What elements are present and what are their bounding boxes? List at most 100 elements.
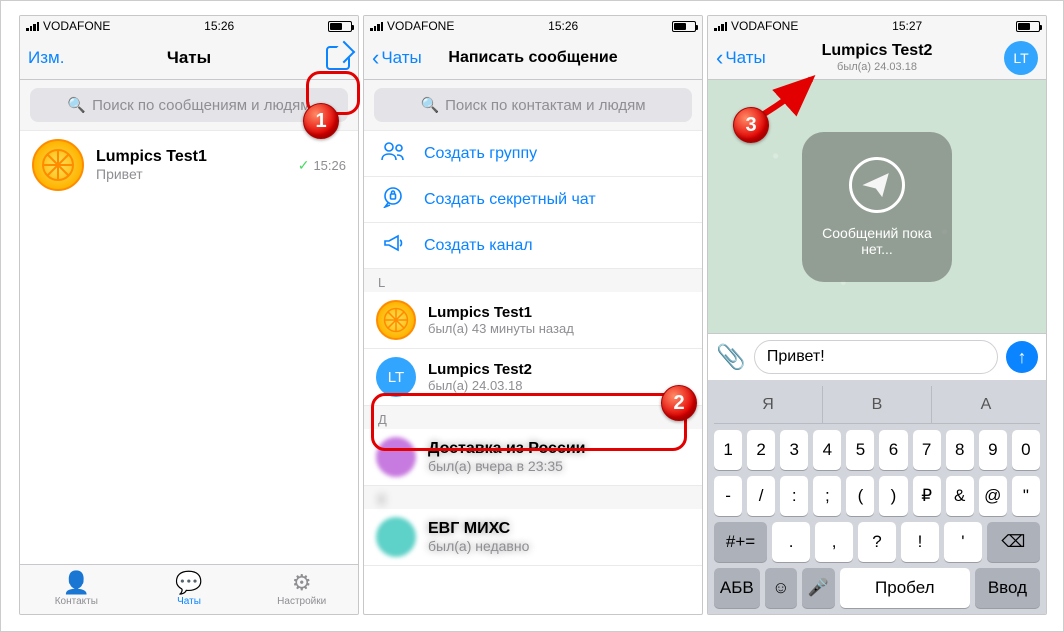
battery-icon xyxy=(328,21,352,32)
key[interactable]: : xyxy=(780,476,808,516)
settings-icon: ⚙ xyxy=(292,572,312,594)
key[interactable]: 2 xyxy=(747,430,775,470)
key[interactable]: @ xyxy=(979,476,1007,516)
clock-label: 15:27 xyxy=(892,19,922,33)
key[interactable]: 8 xyxy=(946,430,974,470)
compose-icon xyxy=(326,46,350,70)
clock-label: 15:26 xyxy=(548,19,578,33)
status-bar: VODAFONE 15:26 xyxy=(364,16,702,36)
key[interactable]: 0 xyxy=(1012,430,1040,470)
key[interactable]: ? xyxy=(858,522,896,562)
contact-row-blurred[interactable]: ЕВГ МИХС был(а) недавно xyxy=(364,509,702,566)
prediction-key[interactable]: А xyxy=(932,386,1040,423)
page-title: Чаты xyxy=(20,48,358,68)
key-return[interactable]: Ввод xyxy=(975,568,1040,608)
back-chevron-icon: ‹ xyxy=(716,47,723,69)
back-button[interactable]: ‹ Чаты xyxy=(372,47,422,69)
key[interactable]: 1 xyxy=(714,430,742,470)
search-input[interactable]: 🔍 Поиск по контактам и людям xyxy=(374,88,692,122)
key-mic[interactable]: 🎤 xyxy=(802,568,835,608)
group-icon xyxy=(380,141,408,167)
empty-state: Сообщений пока нет... xyxy=(802,132,952,282)
tab-contacts[interactable]: 👤 Контакты xyxy=(20,565,133,614)
key[interactable]: ₽ xyxy=(913,476,941,516)
key[interactable]: ' xyxy=(944,522,982,562)
key-space[interactable]: Пробел xyxy=(840,568,970,608)
carrier-label: VODAFONE xyxy=(387,19,454,33)
carrier-label: VODAFONE xyxy=(731,19,798,33)
key-emoji[interactable]: ☺ xyxy=(765,568,798,608)
message-input[interactable] xyxy=(754,340,998,374)
key[interactable]: . xyxy=(772,522,810,562)
key[interactable]: , xyxy=(815,522,853,562)
contact-row-test2[interactable]: LT Lumpics Test2 был(а) 24.03.18 xyxy=(364,349,702,406)
read-check-icon: ✓ xyxy=(298,157,310,174)
carrier-label: VODAFONE xyxy=(43,19,110,33)
secret-chat-icon xyxy=(380,186,408,214)
action-create-group[interactable]: Создать группу xyxy=(364,131,702,177)
key[interactable]: 4 xyxy=(813,430,841,470)
prediction-key[interactable]: В xyxy=(823,386,932,423)
contact-row-test1[interactable]: Lumpics Test1 был(а) 43 минуты назад xyxy=(364,292,702,349)
contact-name: Lumpics Test2 xyxy=(428,361,690,378)
key[interactable]: ( xyxy=(846,476,874,516)
key[interactable]: ! xyxy=(901,522,939,562)
key[interactable]: 7 xyxy=(913,430,941,470)
key-symbol-switch[interactable]: #+= xyxy=(714,522,767,562)
key-backspace[interactable]: ⌫ xyxy=(987,522,1040,562)
arrow-up-icon: ↑ xyxy=(1018,347,1027,368)
step-badge-3: 3 xyxy=(733,107,769,143)
edit-button[interactable]: Изм. xyxy=(28,48,64,68)
chat-name: Lumpics Test1 xyxy=(96,148,286,166)
search-placeholder: Поиск по контактам и людям xyxy=(445,97,645,114)
message-input-bar: 📎 ↑ xyxy=(708,333,1046,380)
tab-chats[interactable]: 💬 Чаты xyxy=(133,565,246,614)
avatar-blurred xyxy=(376,517,416,557)
search-icon: 🔍 xyxy=(420,96,439,114)
battery-icon xyxy=(672,21,696,32)
nav-bar: ‹ Чаты Написать сообщение xyxy=(364,36,702,80)
key-abc[interactable]: АБВ xyxy=(714,568,760,608)
contact-status: был(а) 43 минуты назад xyxy=(428,321,690,336)
key[interactable]: / xyxy=(747,476,775,516)
avatar-blurred xyxy=(376,437,416,477)
attachment-icon[interactable]: 📎 xyxy=(716,343,746,372)
key[interactable]: 6 xyxy=(879,430,907,470)
back-chevron-icon: ‹ xyxy=(372,47,379,69)
search-input[interactable]: 🔍 Поиск по сообщениям и людям xyxy=(30,88,348,122)
prediction-key[interactable]: Я xyxy=(714,386,823,423)
tab-settings[interactable]: ⚙ Настройки xyxy=(245,565,358,614)
key[interactable]: 5 xyxy=(846,430,874,470)
signal-icon xyxy=(714,22,727,31)
back-button[interactable]: ‹ Чаты xyxy=(716,47,766,69)
battery-icon xyxy=(1016,21,1040,32)
contact-row-blurred[interactable]: Доставка из России был(а) вчера в 23:35 xyxy=(364,429,702,486)
clock-label: 15:26 xyxy=(204,19,234,33)
paper-plane-icon xyxy=(849,157,905,213)
channel-icon xyxy=(380,232,408,260)
prediction-bar: Я В А xyxy=(714,386,1040,424)
avatar-initials: LT xyxy=(376,357,416,397)
action-create-channel[interactable]: Создать канал xyxy=(364,223,702,269)
nav-bar: Изм. Чаты xyxy=(20,36,358,80)
key[interactable]: 9 xyxy=(979,430,1007,470)
chat-time: 15:26 xyxy=(313,158,346,173)
action-create-secret[interactable]: Создать секретный чат xyxy=(364,177,702,223)
key[interactable]: & xyxy=(946,476,974,516)
chat-avatar[interactable]: LT xyxy=(1004,41,1038,75)
key[interactable]: - xyxy=(714,476,742,516)
phone-screen-chats: VODAFONE 15:26 Изм. Чаты 🔍 Поиск по сооб… xyxy=(19,15,359,615)
section-header-d: Д xyxy=(364,406,702,429)
step-badge-2: 2 xyxy=(661,385,697,421)
contact-name: Lumpics Test1 xyxy=(428,304,690,321)
key[interactable]: ; xyxy=(813,476,841,516)
key[interactable]: 3 xyxy=(780,430,808,470)
section-header-l: L xyxy=(364,269,702,292)
key[interactable]: " xyxy=(1012,476,1040,516)
compose-button[interactable] xyxy=(326,46,350,70)
chat-row[interactable]: Lumpics Test1 Привет ✓ 15:26 xyxy=(20,131,358,199)
key[interactable]: ) xyxy=(879,476,907,516)
send-button[interactable]: ↑ xyxy=(1006,341,1038,373)
step-badge-1: 1 xyxy=(303,103,339,139)
chats-icon: 💬 xyxy=(175,572,202,594)
